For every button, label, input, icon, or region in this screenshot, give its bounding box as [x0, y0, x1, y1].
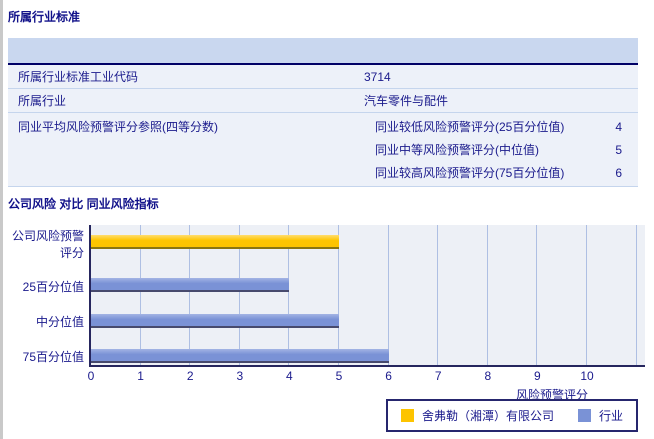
report-content: 所属行业标准 所属行业标准工业代码 3714 所属行业 汽车零件与配件 同业平均…: [8, 0, 645, 439]
x-tick-label: 6: [385, 369, 392, 383]
x-tick-label: 5: [335, 369, 343, 383]
x-tick-label: 10: [580, 369, 594, 383]
x-tick-label: 4: [286, 369, 293, 383]
comparison-section-title: 公司风险 对比 同业风险指标: [8, 197, 159, 211]
gridline: [387, 225, 389, 365]
subrow-value: 4: [615, 119, 622, 134]
risk-comparison-chart: 公司风险预警评分 25百分位值 中分位值 75百分位值 0 1 2 3 4 5 6 7 8 9 10 风险…: [8, 218, 645, 439]
legend-label-industry: 行业: [598, 409, 623, 423]
chart-plot-area: [89, 225, 645, 367]
gridline: [437, 225, 439, 365]
row-value: 汽车零件与配件: [364, 94, 449, 108]
industry-table: 所属行业标准工业代码 3714 所属行业 汽车零件与配件 同业平均风险预警评分参…: [8, 38, 638, 187]
subrow-label: 同业较高风险预警评分(75百分位值): [375, 166, 565, 180]
y-axis-label: 75百分位值: [22, 350, 84, 364]
row-label: 所属行业标准工业代码: [18, 70, 139, 84]
table-row: 所属行业 汽车零件与配件: [8, 89, 638, 113]
table-row-quartile: 同业平均风险预警评分参照(四等分数) 同业较低风险预警评分(25百分位值) 4 …: [8, 113, 638, 187]
y-axis-label: 25百分位值: [22, 280, 84, 294]
subrow-label: 同业中等风险预警评分(中位值): [375, 143, 539, 157]
y-axis-label: 公司风险预警评分: [11, 229, 84, 260]
row-label: 同业平均风险预警评分参照(四等分数): [18, 120, 218, 134]
row-label: 所属行业: [18, 94, 67, 108]
bar-industry: [91, 349, 389, 363]
legend-label-company: 舍弗勒（湘潭）有限公司: [421, 409, 554, 423]
table-row: 所属行业标准工业代码 3714: [8, 65, 638, 89]
legend-swatch-industry: [577, 409, 591, 422]
left-border-strip: [0, 0, 3, 439]
table-header-bar: [8, 38, 638, 65]
bar-industry: [91, 278, 290, 292]
subrow-label: 同业较低风险预警评分(25百分位值): [375, 120, 565, 134]
row-value: 3714: [364, 69, 391, 84]
quartile-sublist: 同业较低风险预警评分(25百分位值) 4 同业中等风险预警评分(中位值) 5 同…: [364, 113, 638, 186]
report-page: 所属行业标准 所属行业标准工业代码 3714 所属行业 汽车零件与配件 同业平均…: [0, 0, 654, 439]
x-tick-label: 2: [186, 369, 194, 383]
x-tick-label: 0: [87, 369, 95, 383]
chart-legend: 舍弗勒（湘潭）有限公司 行业: [385, 399, 638, 432]
x-tick-label: 9: [534, 369, 541, 383]
quartile-subrow: 同业较高风险预警评分(75百分位值) 6: [364, 161, 638, 184]
subrow-value: 6: [615, 165, 622, 180]
quartile-subrow: 同业较低风险预警评分(25百分位值) 4: [364, 115, 638, 138]
bar-company: [91, 235, 339, 249]
quartile-subrow: 同业中等风险预警评分(中位值) 5: [364, 138, 638, 161]
gridline: [536, 225, 538, 365]
x-tick-label: 7: [434, 369, 442, 383]
legend-swatch-company: [400, 409, 414, 422]
gridline: [586, 225, 587, 365]
x-tick-label: 8: [484, 369, 492, 383]
industry-section-title: 所属行业标准: [8, 10, 81, 24]
bar-industry: [91, 314, 339, 328]
y-axis-label: 中分位值: [35, 315, 84, 329]
gridline: [635, 225, 637, 365]
gridline: [486, 225, 488, 365]
subrow-value: 5: [615, 142, 622, 157]
x-tick-label: 3: [236, 369, 244, 383]
x-tick-label: 1: [137, 369, 144, 383]
